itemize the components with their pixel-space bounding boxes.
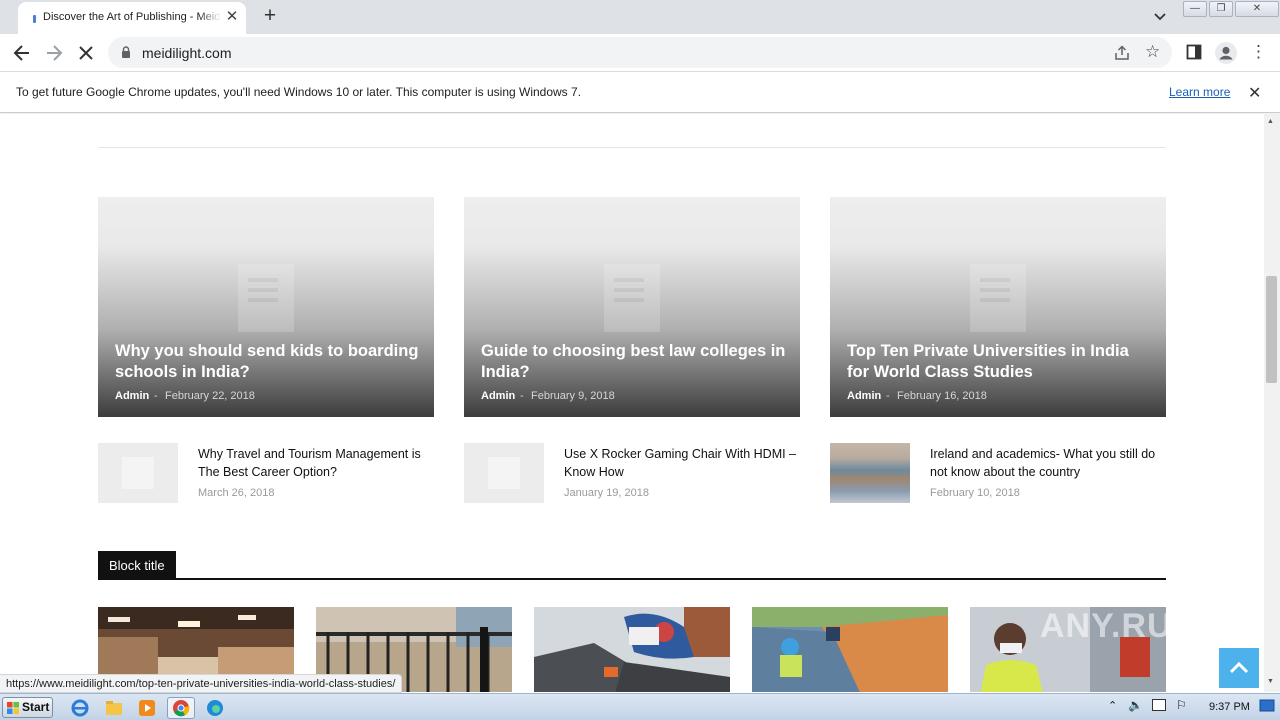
windows-taskbar: Start ⌃ 🔈 ⚐ 9:37 PM (0, 693, 1280, 720)
placeholder-image-icon (604, 264, 660, 332)
post-image[interactable] (534, 607, 730, 692)
post-image[interactable] (752, 607, 948, 692)
post-thumbnail[interactable] (98, 443, 178, 503)
block-title: Block title (98, 551, 176, 579)
scrollbar-thumb[interactable] (1266, 276, 1277, 383)
small-post-title[interactable]: Why Travel and Tourism Management is The… (198, 445, 434, 481)
post-author[interactable]: Admin (115, 390, 149, 402)
back-to-top-button[interactable] (1219, 648, 1259, 688)
small-post-date: March 26, 2018 (198, 487, 275, 499)
network-icon[interactable] (1152, 699, 1166, 711)
close-window-button[interactable]: ✕ (1235, 1, 1279, 17)
post-thumbnail-photo[interactable] (830, 443, 910, 503)
forward-arrow-icon[interactable] (43, 42, 65, 64)
tab-search-chevron-icon[interactable] (1151, 9, 1169, 25)
tab-strip: Discover the Art of Publishing - Meidili… (0, 0, 1280, 34)
scroll-up-arrow-icon[interactable]: ▲ (1267, 118, 1274, 125)
tab-title: Discover the Art of Publishing - Meidili… (43, 11, 221, 23)
post-date-separator: - (886, 390, 890, 402)
anyrun-watermark: ANY.RUN (1040, 607, 1199, 645)
chrome-taskbar-button[interactable] (167, 697, 195, 719)
small-post-date: January 19, 2018 (564, 487, 650, 499)
favicon-icon (33, 15, 36, 23)
start-button[interactable]: Start (2, 697, 53, 718)
small-post[interactable]: Use X Rocker Gaming Chair With HDMI – Kn… (464, 443, 800, 503)
tab-active[interactable]: Discover the Art of Publishing - Meidili… (18, 2, 246, 34)
start-label: Start (22, 700, 50, 714)
lock-icon[interactable] (121, 46, 131, 58)
minimize-button[interactable]: — (1183, 1, 1207, 17)
back-arrow-icon[interactable] (11, 42, 33, 64)
post-date-separator: - (520, 390, 524, 402)
divider (98, 147, 1166, 148)
window-controls: — ❐ ✕ (1183, 1, 1280, 18)
chevron-up-icon (1229, 661, 1249, 674)
placeholder-image-icon (238, 264, 294, 332)
block-title-underline (98, 578, 1166, 580)
tray-expand-icon[interactable]: ⌃ (1108, 699, 1117, 712)
scroll-down-arrow-icon[interactable]: ▼ (1267, 678, 1274, 685)
small-post-title[interactable]: Ireland and academics- What you still do… (930, 445, 1166, 481)
post-thumbnail[interactable] (464, 443, 544, 503)
featured-post-title[interactable]: Top Ten Private Universities in India fo… (847, 341, 1153, 383)
post-date: February 22, 2018 (165, 390, 255, 402)
show-desktop-icon[interactable] (1258, 697, 1276, 715)
small-post-title[interactable]: Use X Rocker Gaming Chair With HDMI – Kn… (564, 445, 800, 481)
media-player-icon[interactable] (135, 697, 159, 719)
featured-post-title[interactable]: Guide to choosing best law colleges in I… (481, 341, 787, 383)
small-post-date: February 10, 2018 (930, 487, 1020, 499)
tab-close-icon[interactable]: ✕ (224, 9, 240, 25)
featured-post-card[interactable]: Top Ten Private Universities in India fo… (830, 197, 1166, 417)
update-infobar: To get future Google Chrome updates, you… (0, 71, 1280, 113)
internet-explorer-icon[interactable] (68, 697, 92, 719)
page-scrollbar[interactable]: ▲ ▼ (1264, 114, 1280, 692)
placeholder-image-icon (488, 457, 520, 489)
edge-icon[interactable] (203, 697, 227, 719)
share-icon[interactable] (1113, 44, 1131, 62)
new-tab-button[interactable]: + (259, 5, 281, 28)
file-explorer-icon[interactable] (102, 697, 126, 719)
side-panel-icon[interactable] (1186, 44, 1202, 60)
post-date: February 16, 2018 (897, 390, 987, 402)
browser-toolbar: meidilight.com ☆ ⋮ (0, 34, 1280, 71)
post-date: February 9, 2018 (531, 390, 615, 402)
infobar-close-icon[interactable]: ✕ (1248, 83, 1261, 103)
post-date-separator: - (154, 390, 158, 402)
status-bubble-url: https://www.meidilight.com/top-ten-priva… (0, 674, 403, 693)
stop-loading-icon[interactable] (75, 42, 97, 64)
profile-avatar-icon[interactable] (1215, 42, 1237, 64)
volume-icon[interactable]: 🔈 (1128, 698, 1143, 712)
page-viewport: Why you should send kids to boarding sch… (0, 114, 1264, 692)
address-bar[interactable]: meidilight.com ☆ (108, 37, 1172, 68)
small-post[interactable]: Ireland and academics- What you still do… (830, 443, 1166, 503)
chrome-icon (173, 700, 190, 717)
small-post[interactable]: Why Travel and Tourism Management is The… (98, 443, 434, 503)
infobar-message: To get future Google Chrome updates, you… (16, 85, 582, 99)
restore-button[interactable]: ❐ (1209, 1, 1233, 17)
post-author[interactable]: Admin (481, 390, 515, 402)
url-text: meidilight.com (142, 45, 232, 61)
placeholder-image-icon (970, 264, 1026, 332)
bookmark-star-icon[interactable]: ☆ (1145, 42, 1160, 62)
featured-post-card[interactable]: Guide to choosing best law colleges in I… (464, 197, 800, 417)
featured-post-card[interactable]: Why you should send kids to boarding sch… (98, 197, 434, 417)
post-author[interactable]: Admin (847, 390, 881, 402)
placeholder-image-icon (122, 457, 154, 489)
chrome-menu-icon[interactable]: ⋮ (1250, 41, 1267, 65)
windows-logo-icon (7, 702, 19, 714)
taskbar-clock[interactable]: 9:37 PM (1209, 701, 1250, 713)
learn-more-link[interactable]: Learn more (1169, 85, 1230, 99)
featured-post-title[interactable]: Why you should send kids to boarding sch… (115, 341, 421, 383)
action-center-flag-icon[interactable]: ⚐ (1176, 698, 1187, 712)
